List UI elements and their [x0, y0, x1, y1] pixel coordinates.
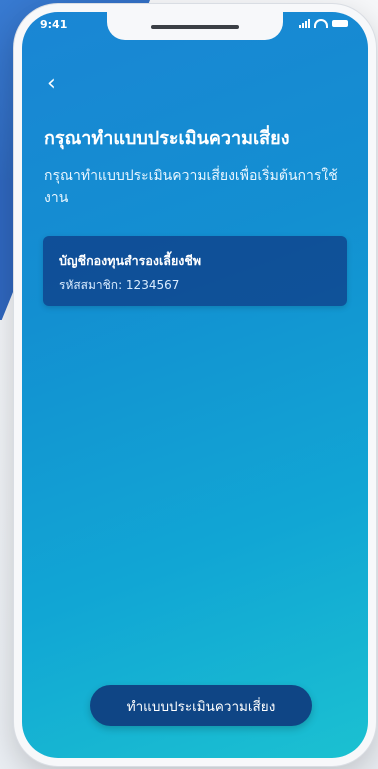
- status-time: 9:41: [40, 18, 68, 31]
- back-button[interactable]: ‹: [47, 70, 75, 98]
- signal-icon: [299, 19, 310, 28]
- app-screen: 9:41 ‹ กรุณาทำแบบประเมินความเสี่ยง กรุณา…: [22, 12, 368, 758]
- wifi-icon: [314, 19, 328, 28]
- account-card-title: บัญชีกองทุนสำรองเลี้ยงชีพ: [59, 253, 202, 268]
- page-subtitle: กรุณาทำแบบประเมินความเสี่ยงเพื่อเริ่มต้น…: [44, 168, 338, 206]
- speaker-grille: [151, 25, 239, 29]
- member-id-text: รหัสสมาชิก: 1234567: [59, 278, 180, 292]
- page-stage: 9:41 ‹ กรุณาทำแบบประเมินความเสี่ยง กรุณา…: [0, 0, 378, 769]
- phone-notch: [107, 12, 283, 40]
- page-title: กรุณาทำแบบประเมินความเสี่ยง: [44, 128, 290, 149]
- phone-frame: 9:41 ‹ กรุณาทำแบบประเมินความเสี่ยง กรุณา…: [14, 4, 376, 766]
- chevron-left-icon: ‹: [47, 71, 56, 96]
- provident-fund-account-card[interactable]: บัญชีกองทุนสำรองเลี้ยงชีพ รหัสสมาชิก: 12…: [43, 236, 347, 306]
- take-risk-assessment-button[interactable]: ทำแบบประเมินความเสี่ยง: [90, 685, 312, 726]
- battery-icon: [332, 20, 348, 27]
- status-icons: [299, 19, 348, 28]
